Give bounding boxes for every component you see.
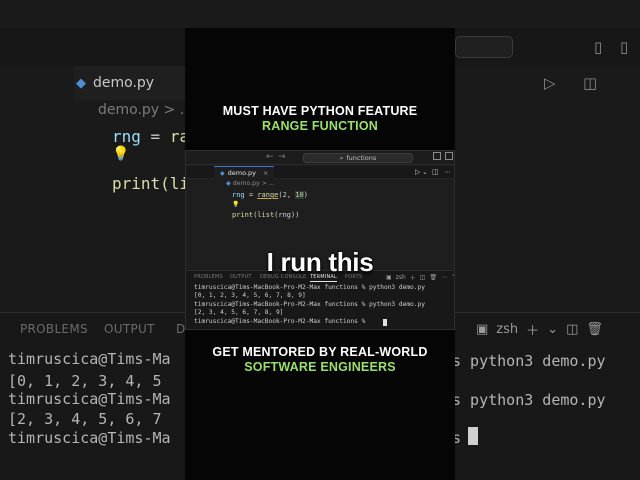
background-tab-output: OUTPUT <box>104 322 155 336</box>
run-icon[interactable]: ▷ <box>415 168 420 176</box>
background-term-line: timruscica@Tims-Ma <box>8 429 171 447</box>
lightbulb-icon: 💡 <box>112 146 130 162</box>
split-editor-icon: ◫ <box>583 74 598 92</box>
background-command-center <box>455 36 513 58</box>
background-terminal-tools: ▣ zsh ＋ ⌄ ◫ 🗑 <box>476 320 603 339</box>
command-center-search[interactable]: ⌕ functions <box>303 153 413 163</box>
background-tab: ◆ demo.py ✕ <box>74 66 195 100</box>
editor-tabbar: ◆ demo.py × ▷ ⌄ ◫ ⋯ <box>186 166 454 179</box>
terminal-line: timruscica@Tims-MacBook-Pro-M2-Max funct… <box>194 284 425 291</box>
search-icon: ⌕ <box>339 153 344 162</box>
trash-icon: 🗑 <box>586 322 603 337</box>
terminal-icon: ▣ <box>476 322 489 337</box>
background-breadcrumb: demo.py > ... <box>98 102 194 118</box>
python-file-icon: ◆ <box>76 75 86 91</box>
toggle-panel-icon[interactable] <box>433 152 441 160</box>
breadcrumb-file[interactable]: demo.py <box>233 180 260 187</box>
lightbulb-icon[interactable]: 💡 <box>232 201 239 208</box>
python-file-icon: ◆ <box>220 169 225 177</box>
toggle-sidebar-icon[interactable] <box>445 152 453 160</box>
background-term-line: [0, 1, 2, 3, 4, 5 <box>8 372 162 390</box>
breadcrumb-separator: > ... <box>261 180 275 187</box>
forward-arrow-icon[interactable]: → <box>278 152 286 162</box>
add-terminal-icon: ＋ <box>526 324 540 339</box>
background-code-line-1: rng = ra <box>112 127 190 146</box>
bottom-panel: PROBLEMS OUTPUT DEBUG CONSOLE TERMINAL P… <box>186 270 454 329</box>
vscode-window: ← → ⌕ functions ◆ demo.py × ▷ ⌄ ◫ ⋯ ◆ de… <box>185 150 455 330</box>
background-tab-problems: PROBLEMS <box>20 322 88 336</box>
breadcrumb: ◆ demo.py > ... <box>226 180 275 187</box>
caption-text: I run this <box>266 247 374 277</box>
tab-label: demo.py <box>227 169 256 177</box>
split-editor-icon[interactable]: ◫ <box>432 168 439 176</box>
headline-bottom-line-2: SOFTWARE ENGINEERS <box>244 360 396 374</box>
split-terminal-icon: ◫ <box>566 322 579 337</box>
chevron-down-icon: ⌄ <box>547 322 559 337</box>
layout-toggle-icon: ▯ <box>594 38 603 56</box>
terminal-cursor <box>383 319 387 326</box>
background-term-line: [2, 3, 4, 5, 6, 7 <box>8 410 162 428</box>
more-icon[interactable]: ⋯ <box>444 168 451 176</box>
terminal-line: [2, 3, 4, 5, 6, 7, 8, 9] <box>194 309 284 316</box>
code-line-2[interactable]: print(list(rng)) <box>232 211 299 219</box>
background-code-line-2: print(li <box>112 174 190 193</box>
chevron-down-icon[interactable]: ⌄ <box>422 168 428 176</box>
close-icon[interactable]: × <box>263 169 268 177</box>
python-file-icon: ◆ <box>226 180 231 187</box>
back-arrow-icon[interactable]: ← <box>266 152 274 162</box>
headline-top-line-2: RANGE FUNCTION <box>262 119 378 133</box>
background-term-line: s python3 demo.py <box>452 352 606 370</box>
code-line-1[interactable]: rng = range(2, 10) <box>232 191 308 199</box>
tab-demo-py[interactable]: ◆ demo.py × <box>214 166 275 179</box>
headline-top-line-1: MUST HAVE PYTHON FEATURE <box>222 104 418 118</box>
background-shell-label: zsh <box>496 322 519 337</box>
background-term-line: s python3 demo.py <box>452 391 606 409</box>
layout-toggle-icon: ▯ <box>620 38 629 56</box>
run-icon: ▷ <box>544 74 556 92</box>
background-tab-label: demo.py <box>93 75 155 91</box>
headline-bottom-line-1: GET MENTORED BY REAL-WORLD <box>212 345 428 359</box>
background-cursor <box>468 427 478 445</box>
background-term-line: timruscica@Tims-Ma <box>8 350 171 368</box>
vscode-titlebar: ← → ⌕ functions <box>186 151 454 165</box>
terminal-line: [0, 1, 2, 3, 4, 5, 6, 7, 8, 9] <box>194 292 306 299</box>
search-label: functions <box>346 154 377 162</box>
background-term-line: timruscica@Tims-Ma <box>8 390 171 408</box>
video-frame: MUST HAVE PYTHON FEATURE RANGE FUNCTION … <box>185 28 455 480</box>
terminal-line: timruscica@Tims-MacBook-Pro-M2-Max funct… <box>194 301 425 308</box>
terminal-line: timruscica@Tims-MacBook-Pro-M2-Max funct… <box>194 318 370 325</box>
